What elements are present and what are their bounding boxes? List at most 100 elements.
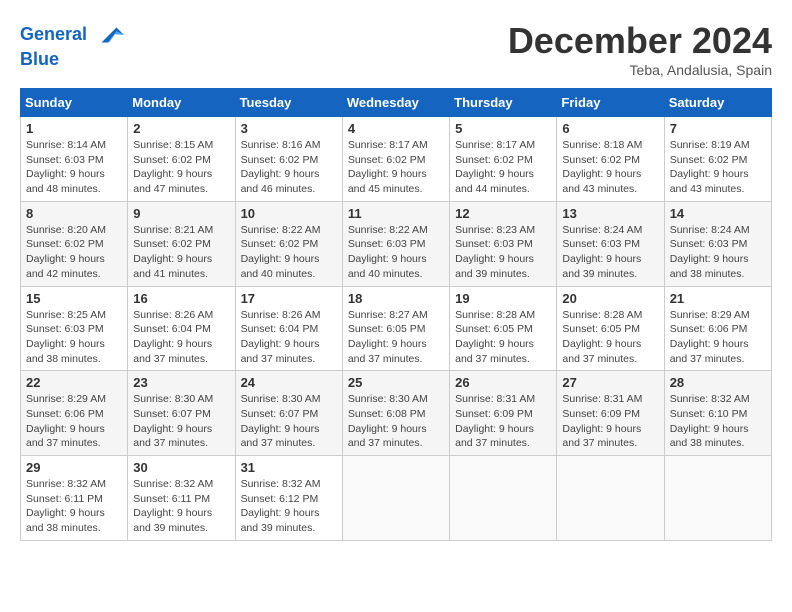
logo-general: General: [20, 24, 87, 44]
calendar-cell: 5 Sunrise: 8:17 AM Sunset: 6:02 PM Daylig…: [450, 117, 557, 202]
day-number: 16: [133, 291, 229, 306]
calendar-cell: 15 Sunrise: 8:25 AM Sunset: 6:03 PM Dayli…: [21, 286, 128, 371]
week-row-3: 15 Sunrise: 8:25 AM Sunset: 6:03 PM Dayli…: [21, 286, 772, 371]
day-info: Sunrise: 8:15 AM Sunset: 6:02 PM Dayligh…: [133, 138, 229, 197]
calendar-cell: 27Sunrise: 8:31 AM Sunset: 6:09 PM Dayli…: [557, 371, 664, 456]
day-number: 22: [26, 375, 122, 390]
calendar-cell: 17Sunrise: 8:26 AM Sunset: 6:04 PM Dayli…: [235, 286, 342, 371]
day-info: Sunrise: 8:23 AM Sunset: 6:03 PM Dayligh…: [455, 223, 551, 282]
calendar-cell: 6Sunrise: 8:18 AM Sunset: 6:02 PM Daylig…: [557, 117, 664, 202]
calendar-cell: 11Sunrise: 8:22 AM Sunset: 6:03 PM Dayli…: [342, 201, 449, 286]
day-info: Sunrise: 8:22 AM Sunset: 6:03 PM Dayligh…: [348, 223, 444, 282]
day-number: 18: [348, 291, 444, 306]
day-number: 9: [133, 206, 229, 221]
day-number: 5: [455, 121, 551, 136]
day-number: 28: [670, 375, 766, 390]
month-title: December 2024: [508, 20, 772, 62]
calendar-cell: 9 Sunrise: 8:21 AM Sunset: 6:02 PM Daylig…: [128, 201, 235, 286]
weekday-header-wednesday: Wednesday: [342, 89, 449, 117]
day-number: 21: [670, 291, 766, 306]
day-number: 31: [241, 460, 337, 475]
day-number: 1: [26, 121, 122, 136]
calendar-cell: 22 Sunrise: 8:29 AM Sunset: 6:06 PM Dayli…: [21, 371, 128, 456]
weekday-header-thursday: Thursday: [450, 89, 557, 117]
day-info: Sunrise: 8:31 AM Sunset: 6:09 PM Dayligh…: [455, 392, 551, 451]
calendar-cell: 25 Sunrise: 8:30 AM Sunset: 6:08 PM Dayli…: [342, 371, 449, 456]
day-number: 15: [26, 291, 122, 306]
day-info: Sunrise: 8:28 AM Sunset: 6:05 PM Dayligh…: [455, 308, 551, 367]
weekday-header-friday: Friday: [557, 89, 664, 117]
day-info: Sunrise: 8:21 AM Sunset: 6:02 PM Dayligh…: [133, 223, 229, 282]
calendar-cell: 1Sunrise: 8:14 AM Sunset: 6:03 PM Daylig…: [21, 117, 128, 202]
day-info: Sunrise: 8:26 AM Sunset: 6:04 PM Dayligh…: [133, 308, 229, 367]
calendar-cell: 19 Sunrise: 8:28 AM Sunset: 6:05 PM Dayli…: [450, 286, 557, 371]
day-number: 13: [562, 206, 658, 221]
day-number: 24: [241, 375, 337, 390]
day-number: 23: [133, 375, 229, 390]
weekday-header-sunday: Sunday: [21, 89, 128, 117]
day-info: Sunrise: 8:24 AM Sunset: 6:03 PM Dayligh…: [670, 223, 766, 282]
weekday-header-tuesday: Tuesday: [235, 89, 342, 117]
logo-icon: [94, 20, 124, 50]
calendar-cell: 18 Sunrise: 8:27 AM Sunset: 6:05 PM Dayli…: [342, 286, 449, 371]
calendar-cell: 20 Sunrise: 8:28 AM Sunset: 6:05 PM Dayli…: [557, 286, 664, 371]
calendar-cell: [342, 456, 449, 541]
calendar-cell: 14Sunrise: 8:24 AM Sunset: 6:03 PM Dayli…: [664, 201, 771, 286]
weekday-header-saturday: Saturday: [664, 89, 771, 117]
calendar-cell: 28 Sunrise: 8:32 AM Sunset: 6:10 PM Dayli…: [664, 371, 771, 456]
calendar-cell: 30Sunrise: 8:32 AM Sunset: 6:11 PM Dayli…: [128, 456, 235, 541]
logo-text: General: [20, 20, 124, 50]
day-info: Sunrise: 8:32 AM Sunset: 6:12 PM Dayligh…: [241, 477, 337, 536]
day-number: 27: [562, 375, 658, 390]
calendar-cell: 26 Sunrise: 8:31 AM Sunset: 6:09 PM Dayli…: [450, 371, 557, 456]
week-row-4: 22 Sunrise: 8:29 AM Sunset: 6:06 PM Dayli…: [21, 371, 772, 456]
calendar-cell: 10 Sunrise: 8:22 AM Sunset: 6:02 PM Dayli…: [235, 201, 342, 286]
logo-blue: Blue: [20, 50, 124, 70]
day-info: Sunrise: 8:32 AM Sunset: 6:10 PM Dayligh…: [670, 392, 766, 451]
day-number: 2: [133, 121, 229, 136]
day-number: 3: [241, 121, 337, 136]
day-info: Sunrise: 8:19 AM Sunset: 6:02 PM Dayligh…: [670, 138, 766, 197]
calendar-cell: 29Sunrise: 8:32 AM Sunset: 6:11 PM Dayli…: [21, 456, 128, 541]
day-info: Sunrise: 8:30 AM Sunset: 6:08 PM Dayligh…: [348, 392, 444, 451]
day-number: 8: [26, 206, 122, 221]
calendar-table: SundayMondayTuesdayWednesdayThursdayFrid…: [20, 88, 772, 541]
day-number: 20: [562, 291, 658, 306]
day-info: Sunrise: 8:28 AM Sunset: 6:05 PM Dayligh…: [562, 308, 658, 367]
calendar-cell: [557, 456, 664, 541]
weekday-header-monday: Monday: [128, 89, 235, 117]
day-number: 6: [562, 121, 658, 136]
calendar-cell: 24Sunrise: 8:30 AM Sunset: 6:07 PM Dayli…: [235, 371, 342, 456]
day-info: Sunrise: 8:25 AM Sunset: 6:03 PM Dayligh…: [26, 308, 122, 367]
weekday-header-row: SundayMondayTuesdayWednesdayThursdayFrid…: [21, 89, 772, 117]
day-info: Sunrise: 8:22 AM Sunset: 6:02 PM Dayligh…: [241, 223, 337, 282]
title-block: December 2024 Teba, Andalusia, Spain: [508, 20, 772, 78]
day-number: 4: [348, 121, 444, 136]
day-number: 19: [455, 291, 551, 306]
day-number: 29: [26, 460, 122, 475]
day-info: Sunrise: 8:20 AM Sunset: 6:02 PM Dayligh…: [26, 223, 122, 282]
day-number: 25: [348, 375, 444, 390]
day-info: Sunrise: 8:17 AM Sunset: 6:02 PM Dayligh…: [348, 138, 444, 197]
day-info: Sunrise: 8:16 AM Sunset: 6:02 PM Dayligh…: [241, 138, 337, 197]
calendar-cell: 3 Sunrise: 8:16 AM Sunset: 6:02 PM Daylig…: [235, 117, 342, 202]
day-info: Sunrise: 8:17 AM Sunset: 6:02 PM Dayligh…: [455, 138, 551, 197]
calendar-cell: 2 Sunrise: 8:15 AM Sunset: 6:02 PM Daylig…: [128, 117, 235, 202]
week-row-2: 8 Sunrise: 8:20 AM Sunset: 6:02 PM Daylig…: [21, 201, 772, 286]
day-number: 17: [241, 291, 337, 306]
calendar-cell: 12 Sunrise: 8:23 AM Sunset: 6:03 PM Dayli…: [450, 201, 557, 286]
day-number: 10: [241, 206, 337, 221]
calendar-cell: [664, 456, 771, 541]
week-row-5: 29 Sunrise: 8:32 AM Sunset: 6:11 PM Dayli…: [21, 456, 772, 541]
day-info: Sunrise: 8:29 AM Sunset: 6:06 PM Dayligh…: [670, 308, 766, 367]
day-number: 12: [455, 206, 551, 221]
day-number: 26: [455, 375, 551, 390]
calendar-cell: 8 Sunrise: 8:20 AM Sunset: 6:02 PM Daylig…: [21, 201, 128, 286]
calendar-cell: 16 Sunrise: 8:26 AM Sunset: 6:04 PM Dayli…: [128, 286, 235, 371]
day-info: Sunrise: 8:29 AM Sunset: 6:06 PM Dayligh…: [26, 392, 122, 451]
day-info: Sunrise: 8:27 AM Sunset: 6:05 PM Dayligh…: [348, 308, 444, 367]
day-info: Sunrise: 8:32 AM Sunset: 6:11 PM Dayligh…: [133, 477, 229, 536]
calendar-cell: 23Sunrise: 8:30 AM Sunset: 6:07 PM Dayli…: [128, 371, 235, 456]
logo: General Blue: [20, 20, 124, 70]
week-row-1: 1Sunrise: 8:14 AM Sunset: 6:03 PM Daylig…: [21, 117, 772, 202]
